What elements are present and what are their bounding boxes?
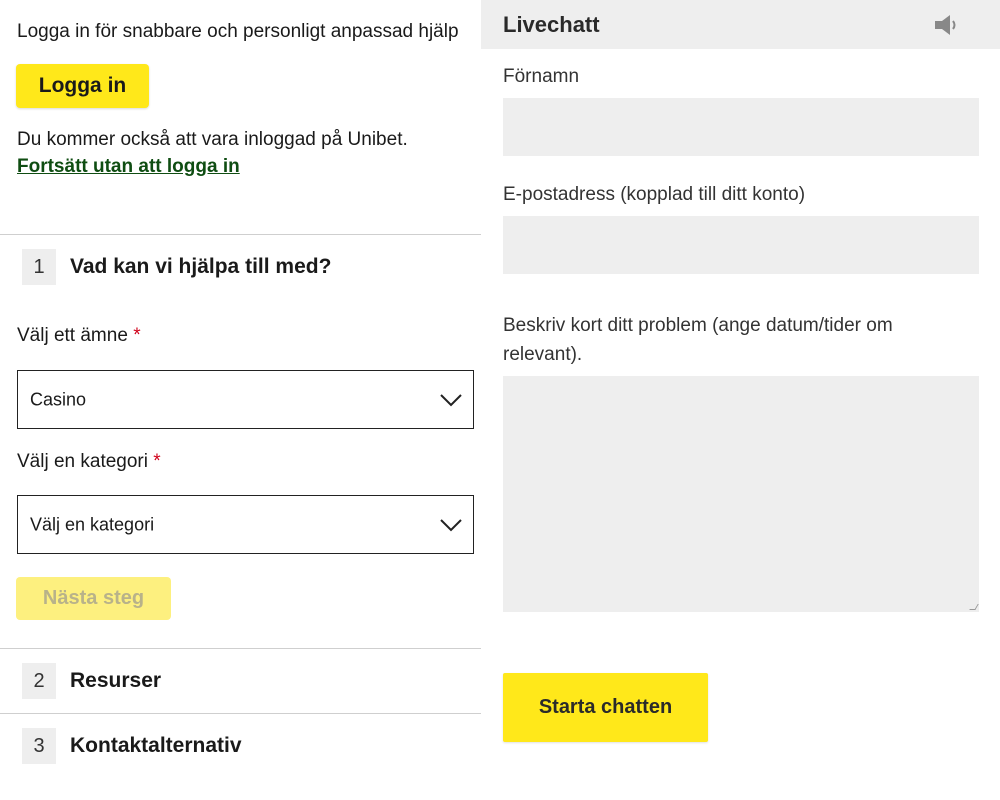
step-number-1: 1 <box>22 249 56 285</box>
login-intro-text: Logga in för snabbare och personligt anp… <box>17 21 459 42</box>
email-field[interactable] <box>503 216 979 274</box>
step-title-3[interactable]: Kontaktalternativ <box>70 734 242 758</box>
login-button[interactable]: Logga in <box>16 64 149 108</box>
topic-label-text: Välj ett ämne <box>17 325 128 346</box>
email-label: E-postadress (kopplad till ditt konto) <box>503 184 806 205</box>
speaker-icon[interactable] <box>934 13 960 37</box>
chat-header: Livechatt <box>481 0 1000 49</box>
chat-title: Livechatt <box>503 12 600 37</box>
category-label-text: Välj en kategori <box>17 451 148 472</box>
resize-handle-icon[interactable] <box>969 604 979 610</box>
also-logged-in-text: Du kommer också att vara inloggad på Uni… <box>17 129 408 150</box>
topic-label: Välj ett ämne * <box>17 325 141 347</box>
category-label: Välj en kategori * <box>17 451 161 473</box>
continue-without-login-link[interactable]: Fortsätt utan att logga in <box>17 156 240 178</box>
divider <box>0 234 481 235</box>
step-title-1[interactable]: Vad kan vi hjälpa till med? <box>70 255 331 279</box>
step-number-3: 3 <box>22 728 56 764</box>
category-select-value: Välj en kategori <box>30 514 155 534</box>
chevron-down-icon <box>440 518 462 531</box>
start-chat-button[interactable]: Starta chatten <box>503 673 708 742</box>
live-chat-panel: Livechatt Förnamn E-postadress (kopplad … <box>481 0 1000 800</box>
step-number-2: 2 <box>22 663 56 699</box>
first-name-field[interactable] <box>503 98 979 156</box>
topic-select[interactable]: Casino <box>17 370 474 429</box>
required-mark: * <box>133 325 141 346</box>
support-form-panel: Logga in för snabbare och personligt anp… <box>0 0 481 800</box>
problem-label-line1: Beskriv kort ditt problem (ange datum/ti… <box>503 315 893 336</box>
category-select[interactable]: Välj en kategori <box>17 495 474 554</box>
problem-label-line2: relevant). <box>503 344 583 365</box>
divider <box>0 713 481 714</box>
first-name-label: Förnamn <box>503 66 580 87</box>
topic-select-value: Casino <box>30 389 87 409</box>
problem-textarea[interactable] <box>503 376 979 612</box>
step-title-2[interactable]: Resurser <box>70 669 161 693</box>
chevron-down-icon <box>440 393 462 406</box>
divider <box>0 648 481 649</box>
required-mark: * <box>153 451 161 472</box>
next-step-button[interactable]: Nästa steg <box>16 577 171 620</box>
